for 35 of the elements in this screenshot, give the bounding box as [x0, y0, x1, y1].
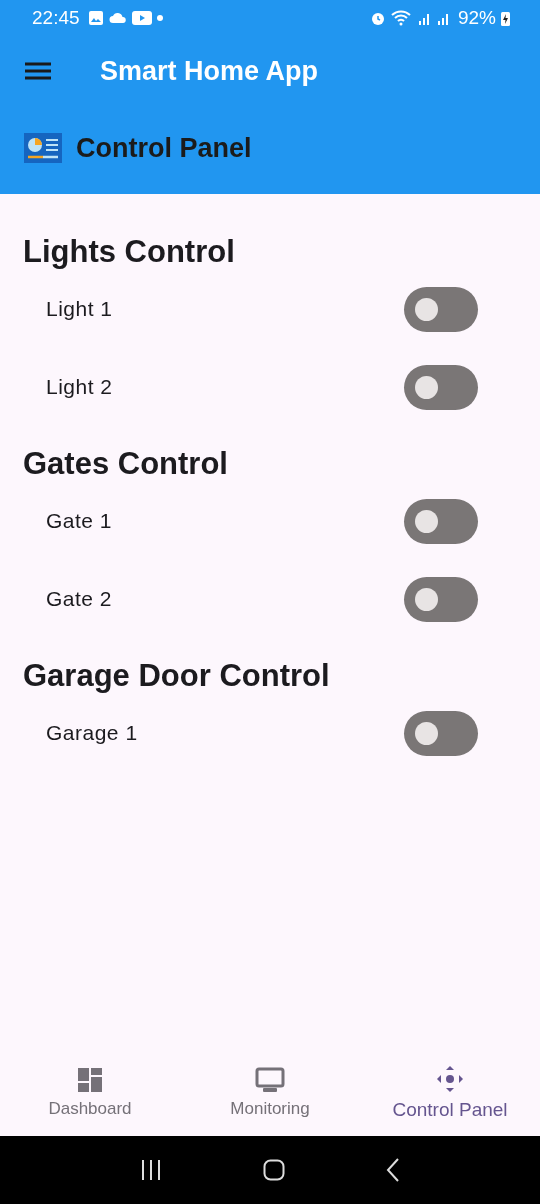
- alarm-icon: [369, 10, 386, 26]
- recent-apps-icon[interactable]: [140, 1159, 163, 1181]
- monitor-icon: [255, 1067, 285, 1093]
- toggle-switch[interactable]: [404, 498, 478, 544]
- section-title: Lights Control: [23, 234, 236, 270]
- toggle-switch[interactable]: [404, 286, 478, 332]
- device-label: Light 2: [46, 375, 113, 399]
- section-title: Gates Control: [23, 446, 229, 482]
- cloud-icon: [108, 12, 127, 24]
- dot-icon: [156, 15, 163, 21]
- wifi-icon: [390, 10, 413, 26]
- panel-title: Control Panel: [76, 132, 252, 164]
- device-label: Light 1: [46, 297, 113, 321]
- battery-icon: [501, 10, 510, 26]
- battery-percent: 92%: [457, 7, 496, 29]
- menu-icon[interactable]: [24, 61, 52, 81]
- status-time: 22:45: [32, 7, 80, 29]
- nav-tab[interactable]: Dashboard: [0, 1050, 180, 1136]
- device-label: Garage 1: [46, 721, 138, 745]
- back-icon[interactable]: [385, 1158, 400, 1182]
- toggle-switch[interactable]: [404, 576, 478, 622]
- section-title: Garage Door Control: [23, 658, 331, 694]
- device-label: Gate 1: [46, 509, 113, 533]
- control-pad-icon: [436, 1065, 464, 1093]
- device-label: Gate 2: [46, 587, 113, 611]
- toggle-switch[interactable]: [404, 364, 478, 410]
- home-icon[interactable]: [263, 1159, 285, 1181]
- dashboard-card-icon: [24, 133, 62, 163]
- dashboard-icon: [77, 1067, 103, 1093]
- nav-tab[interactable]: Control Panel: [360, 1050, 540, 1136]
- nav-tab[interactable]: Monitoring: [180, 1050, 360, 1136]
- app-title: Smart Home App: [100, 55, 319, 87]
- toggle-switch[interactable]: [404, 710, 478, 756]
- play-icon: [131, 11, 152, 25]
- image-icon: [87, 10, 104, 26]
